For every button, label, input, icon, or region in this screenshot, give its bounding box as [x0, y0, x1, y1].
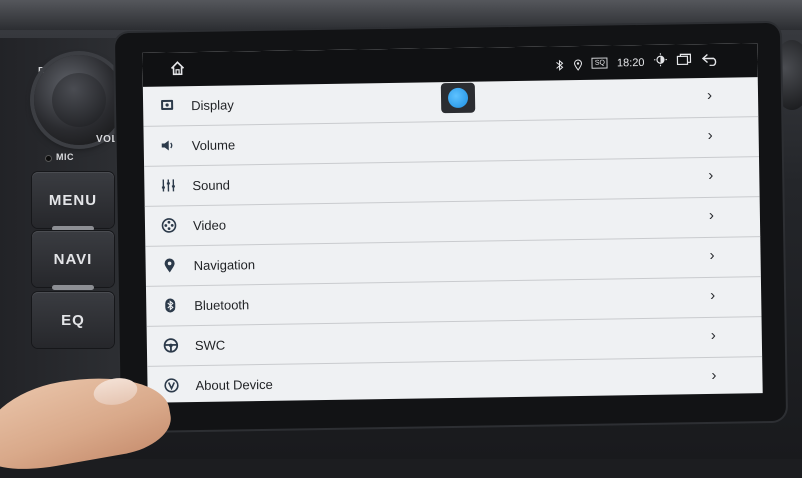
- bluetooth-icon: [162, 297, 178, 313]
- volume-knob[interactable]: [34, 55, 124, 145]
- map-pin-icon: [162, 257, 178, 273]
- menu-hardware-button[interactable]: MENU: [32, 172, 114, 228]
- clock: 18:20: [616, 56, 645, 69]
- mic-label: MIC: [56, 152, 74, 162]
- chevron-right-icon: ›: [709, 246, 715, 264]
- status-icons: SQ 18:20: [556, 52, 720, 74]
- chevron-right-icon: ›: [708, 206, 715, 224]
- bluetooth-status-icon: [556, 58, 565, 71]
- display-icon: [159, 97, 175, 113]
- speaker-icon: [160, 137, 176, 153]
- touchscreen: SQ 18:20 Display › Volume › Sound › Vide…: [142, 43, 763, 403]
- eq-hardware-button[interactable]: EQ: [32, 292, 114, 348]
- chevron-right-icon: ›: [711, 366, 717, 384]
- button-divider: [52, 285, 94, 290]
- brightness-icon[interactable]: [653, 53, 667, 72]
- menu-item-label: Volume: [191, 137, 236, 154]
- menu-item-label: Bluetooth: [194, 297, 250, 314]
- touch-dot: [447, 87, 469, 109]
- touch-indicator: [440, 82, 476, 114]
- location-status-icon: [574, 58, 583, 71]
- equalizer-icon: [160, 177, 176, 193]
- menu-item-label: About Device: [195, 376, 273, 394]
- chevron-right-icon: ›: [710, 326, 716, 344]
- status-badge: SQ: [591, 57, 609, 69]
- settings-menu: Display › Volume › Sound › Video › Navig…: [142, 77, 763, 403]
- navi-hardware-button[interactable]: NAVI: [32, 231, 114, 287]
- chevron-right-icon: ›: [707, 126, 713, 144]
- film-reel-icon: [161, 217, 177, 233]
- chevron-right-icon: ›: [710, 286, 716, 304]
- info-v-icon: [163, 377, 179, 393]
- menu-item-label: Sound: [192, 177, 231, 194]
- menu-item-label: SWC: [194, 337, 226, 354]
- volume-knob-cap: [52, 73, 106, 127]
- home-icon[interactable]: [168, 59, 186, 82]
- chevron-right-icon: ›: [706, 86, 713, 104]
- menu-item-label: Video: [192, 217, 227, 234]
- back-icon[interactable]: [701, 52, 719, 70]
- steering-wheel-icon: [163, 337, 179, 353]
- recent-apps-icon[interactable]: [676, 53, 692, 71]
- menu-item-label: Display: [191, 97, 234, 114]
- menu-item-label: Navigation: [193, 257, 256, 274]
- chevron-right-icon: ›: [708, 166, 714, 184]
- vol-label: VOL: [96, 134, 119, 145]
- mic-hole: [46, 156, 51, 161]
